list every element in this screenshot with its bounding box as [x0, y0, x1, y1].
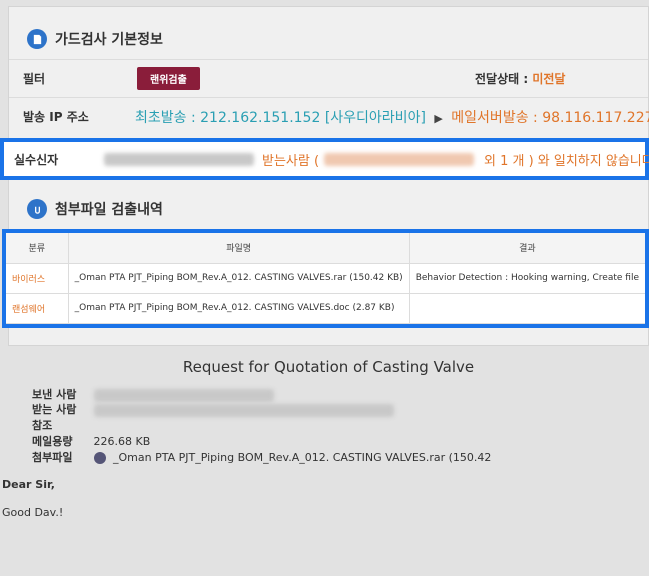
- guard-section-title: 가드검사 기본정보: [55, 32, 163, 48]
- row-result: Behavior Detection : Hooking warning, Cr…: [409, 263, 645, 294]
- size-value: 226.68 KB: [93, 435, 151, 448]
- column-header-filename: 파일명: [68, 233, 410, 264]
- ip-address-line: 최초발송 : 212.162.151.152 [사우디아라비아] ▶ 메일서버발…: [135, 107, 649, 127]
- attachment-section-title: 첨부파일 검출내역: [55, 202, 163, 218]
- ip-first-send: 최초발송 : 212.162.151.152 [사우디아라비아]: [135, 109, 426, 126]
- attach-label: 첨부파일: [32, 451, 73, 464]
- blurred-recipients: [93, 403, 394, 417]
- mail-size: 메일용량 226.68 KB: [32, 433, 150, 449]
- blurred-recipient: [104, 152, 254, 166]
- row-result: [409, 293, 645, 325]
- row-filename[interactable]: _Oman PTA PJT_Piping BOM_Rev.A_012. CAST…: [68, 293, 410, 325]
- filter-row: 필터 랜위검출 전달상태 : 미전달: [9, 59, 648, 97]
- row-category: 랜섬웨어: [6, 293, 69, 325]
- mail-attachment: 첨부파일 _Oman PTA PJT_Piping BOM_Rev.A_012.…: [32, 449, 491, 465]
- attach-value[interactable]: _Oman PTA PJT_Piping BOM_Rev.A_012. CAST…: [113, 451, 491, 464]
- delivery-status-label: 전달상태 :: [475, 72, 533, 86]
- ip-label: 발송 IP 주소: [23, 110, 89, 124]
- real-recipient-label: 실수신자: [14, 152, 59, 167]
- mail-greeting: Dear Sir,: [2, 478, 55, 491]
- table-row[interactable]: 바이러스 _Oman PTA PJT_Piping BOM_Rev.A_012.…: [6, 263, 645, 294]
- recipient-prefix: 받는사람 (: [262, 153, 320, 169]
- delivery-status-value: 미전달: [532, 72, 566, 86]
- attachment-table: 분류 파일명 결과 바이러스 _Oman PTA PJT_Piping BOM_…: [2, 229, 649, 328]
- guard-section-header: 가드검사 기본정보: [9, 21, 648, 57]
- arrow-right-icon: ▶: [434, 111, 443, 125]
- recipient-mismatch-box: 실수신자 받는사람 ( 외 1 개 ) 와 일치하지 않습니다.: [0, 138, 649, 180]
- document-icon: [27, 29, 47, 49]
- recipient-label: 받는 사람: [32, 403, 77, 416]
- mail-preview: Request for Quotation of Casting Valve 보…: [2, 346, 649, 576]
- ip-row: 발송 IP 주소 최초발송 : 212.162.151.152 [사우디아라비아…: [9, 97, 649, 135]
- mail-subject: Request for Quotation of Casting Valve: [182, 358, 475, 376]
- filter-badge[interactable]: 랜위검출: [137, 67, 200, 90]
- ip-mail-server: 메일서버발송 : 98.116.117.227 [: [451, 109, 649, 126]
- mail-cc: 참조: [32, 417, 90, 433]
- mail-recipient: 받는 사람: [32, 401, 394, 417]
- row-filename[interactable]: _Oman PTA PJT_Piping BOM_Rev.A_012. CAST…: [68, 263, 410, 294]
- size-label: 메일용량: [32, 435, 73, 448]
- mail-body: Good Dav.!: [2, 506, 64, 519]
- mail-sender: 보낸 사람: [32, 386, 274, 402]
- row-category: 바이러스: [6, 263, 69, 294]
- mismatch-message: 외 1 개 ) 와 일치하지 않습니다.: [484, 153, 649, 169]
- blurred-sender: [93, 388, 274, 402]
- cc-label: 참조: [32, 419, 53, 432]
- column-header-category: 분류: [6, 233, 69, 264]
- filter-label: 필터: [23, 72, 46, 86]
- attachment-file-icon: [93, 452, 106, 464]
- sender-label: 보낸 사람: [32, 388, 77, 401]
- attachment-section-header: 첨부파일 검출내역: [9, 191, 648, 227]
- table-row[interactable]: 랜섬웨어 _Oman PTA PJT_Piping BOM_Rev.A_012.…: [6, 293, 645, 325]
- column-header-result: 결과: [409, 233, 645, 264]
- delivery-status: 전달상태 : 미전달: [475, 70, 565, 87]
- clip-icon: [27, 199, 47, 219]
- blurred-address: [324, 152, 474, 166]
